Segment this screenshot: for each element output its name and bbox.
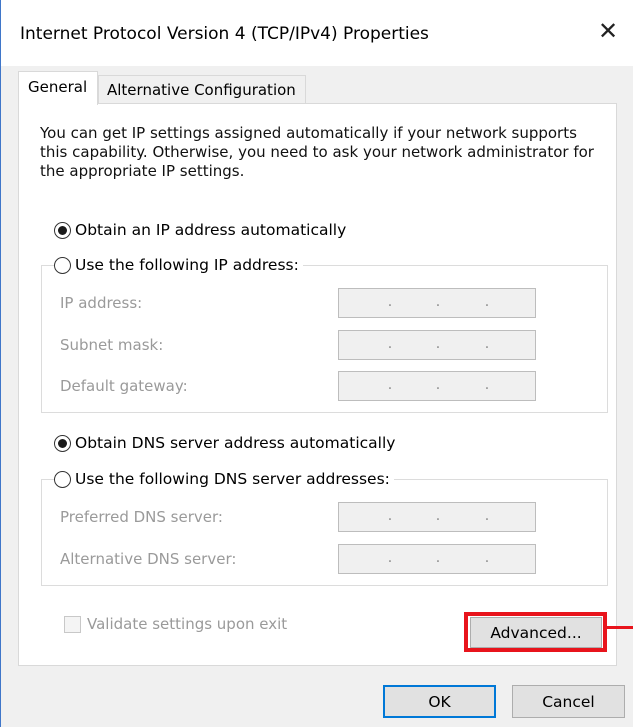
description-text: You can get IP settings assigned automat… [40,124,594,180]
ip-address-label: IP address: [60,294,143,312]
validate-settings-label: Validate settings upon exit [87,615,288,633]
tab-alternative-configuration[interactable]: Alternative Configuration [98,75,306,104]
default-gateway-input[interactable]: ... [338,371,536,401]
radio-selected-icon [54,434,71,452]
radio-obtain-ip-auto[interactable]: Obtain an IP address automatically [54,221,351,239]
window-title: Internet Protocol Version 4 (TCP/IPv4) P… [20,24,429,44]
general-tab-panel: You can get IP settings assigned automat… [18,103,617,666]
highlight-pointer [607,626,633,629]
alternative-dns-input[interactable]: ... [338,544,536,574]
title-bar: Internet Protocol Version 4 (TCP/IPv4) P… [1,0,633,66]
subnet-mask-input[interactable]: ... [338,330,536,360]
ip-address-input[interactable]: ... [338,288,536,318]
highlight-box [464,612,607,652]
close-icon[interactable]: ✕ [596,17,620,45]
ok-button[interactable]: OK [383,685,496,718]
subnet-mask-label: Subnet mask: [60,336,164,354]
radio-use-following-dns[interactable]: Use the following DNS server addresses: [54,470,394,488]
radio-obtain-dns-auto-label: Obtain DNS server address automatically [75,434,396,452]
radio-obtain-ip-auto-label: Obtain an IP address automatically [75,221,347,239]
radio-unselected-icon [54,256,71,274]
radio-obtain-dns-auto[interactable]: Obtain DNS server address automatically [54,434,400,452]
radio-use-following-dns-label: Use the following DNS server addresses: [75,470,390,488]
checkbox-icon [64,615,81,633]
cancel-button[interactable]: Cancel [512,685,625,718]
radio-unselected-icon [54,470,71,488]
radio-use-following-ip-label: Use the following IP address: [75,256,299,274]
default-gateway-label: Default gateway: [60,377,188,395]
radio-use-following-ip[interactable]: Use the following IP address: [54,256,303,274]
preferred-dns-label: Preferred DNS server: [60,508,223,526]
tab-general[interactable]: General [18,71,98,105]
alternative-dns-label: Alternative DNS server: [60,550,237,568]
validate-settings-checkbox[interactable]: Validate settings upon exit [64,615,287,633]
radio-selected-icon [54,221,71,239]
preferred-dns-input[interactable]: ... [338,502,536,532]
tcpip-properties-dialog: Internet Protocol Version 4 (TCP/IPv4) P… [0,0,633,727]
